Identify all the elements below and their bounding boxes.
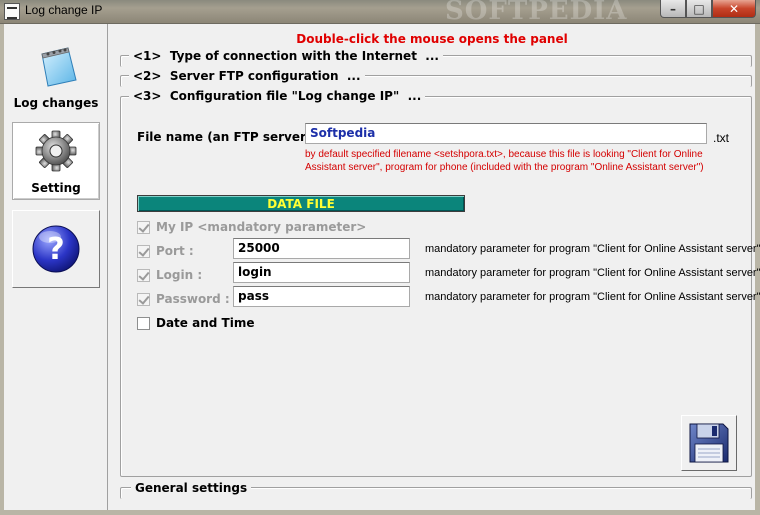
panel-hint: Double-click the mouse opens the panel xyxy=(296,32,568,46)
password-label: Password : xyxy=(156,292,230,306)
sidebar-item-log-changes[interactable]: Log changes xyxy=(12,38,100,114)
password-checkbox[interactable] xyxy=(137,293,150,306)
svg-text:?: ? xyxy=(47,232,64,267)
section-title: <2> Server FTP configuration ... xyxy=(129,69,365,83)
port-label: Port : xyxy=(156,244,194,258)
section-title[interactable]: <3> Configuration file "Log change IP" .… xyxy=(129,89,426,103)
section-config-file: <3> Configuration file "Log change IP" .… xyxy=(120,89,760,477)
sidebar-item-label: Setting xyxy=(31,181,81,195)
window-client: Log changes Setting ? Double-click the m… xyxy=(4,24,760,510)
maximize-button[interactable]: □ xyxy=(686,0,712,18)
floppy-disk-icon xyxy=(689,423,729,463)
title-bar[interactable]: Log change IP SOFTPEDIA – □ ✕ xyxy=(0,0,760,26)
minimize-button[interactable]: – xyxy=(660,0,686,18)
notepad-icon xyxy=(41,47,77,87)
login-checkbox[interactable] xyxy=(137,269,150,282)
section-general-settings[interactable]: General settings xyxy=(120,481,752,499)
app-icon[interactable] xyxy=(4,3,20,20)
close-button[interactable]: ✕ xyxy=(712,0,756,18)
section-ftp-config[interactable]: <2> Server FTP configuration ... xyxy=(120,69,752,87)
file-name-input[interactable]: Softpedia xyxy=(305,123,707,144)
file-extension: .txt xyxy=(713,131,730,145)
main-panel: Double-click the mouse opens the panel <… xyxy=(107,24,760,510)
save-button[interactable] xyxy=(681,415,737,471)
section-connection-type[interactable]: <1> Type of connection with the Internet… xyxy=(120,49,752,67)
window-frame: Log changes Setting ? Double-click the m… xyxy=(0,24,760,515)
section-title: <1> Type of connection with the Internet… xyxy=(129,49,443,63)
window-title: Log change IP xyxy=(25,3,103,17)
sidebar-item-help[interactable]: ? xyxy=(12,210,100,288)
login-label: Login : xyxy=(156,268,203,282)
help-icon: ? xyxy=(32,225,80,273)
password-note: mandatory parameter for program "Client … xyxy=(425,291,760,303)
file-name-note: by default specified filename <setshpora… xyxy=(305,149,704,173)
date-time-label: Date and Time xyxy=(156,316,255,330)
my-ip-checkbox[interactable] xyxy=(137,221,150,234)
port-checkbox[interactable] xyxy=(137,245,150,258)
watermark: SOFTPEDIA xyxy=(445,0,628,26)
sidebar-item-setting[interactable]: Setting xyxy=(12,122,100,200)
my-ip-label: My IP <mandatory parameter> xyxy=(156,220,367,234)
section-title: General settings xyxy=(131,481,252,495)
date-time-checkbox[interactable] xyxy=(137,317,150,330)
file-name-label: File name (an FTP server) xyxy=(137,130,312,144)
data-file-header: DATA FILE xyxy=(137,195,465,212)
sidebar: Log changes Setting ? xyxy=(4,24,107,510)
window-controls: – □ ✕ xyxy=(660,0,756,18)
port-input[interactable]: 25000 xyxy=(233,238,410,259)
login-note: mandatory parameter for program "Client … xyxy=(425,267,760,279)
port-note: mandatory parameter for program "Client … xyxy=(425,243,760,255)
gear-icon xyxy=(35,130,77,172)
sidebar-item-label: Log changes xyxy=(13,96,99,110)
login-input[interactable]: login xyxy=(233,262,410,283)
password-input[interactable]: pass xyxy=(233,286,410,307)
